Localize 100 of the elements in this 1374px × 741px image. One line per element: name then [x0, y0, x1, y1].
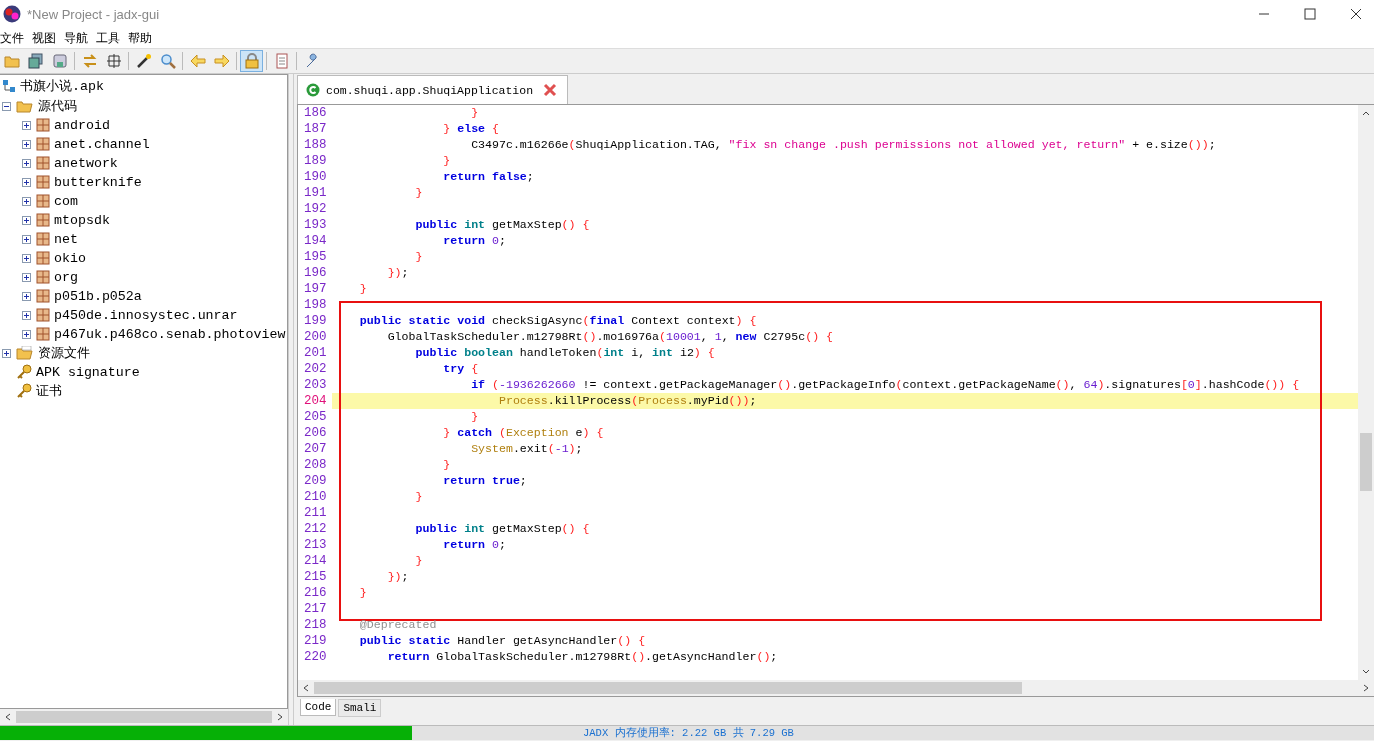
- open-folder-icon: [16, 99, 34, 113]
- line-number: 214: [303, 554, 328, 568]
- code-line: System.exit(-1);: [470, 441, 584, 457]
- view-tab[interactable]: Smali: [338, 699, 382, 717]
- tree-item[interactable]: anet.channel: [36, 134, 150, 154]
- back-arrow-icon: [189, 53, 206, 69]
- line-number: 197: [303, 282, 328, 296]
- line-number: 205: [303, 410, 328, 424]
- app-logo-icon: [3, 5, 21, 23]
- code-line: });: [386, 569, 410, 585]
- code-line: return true;: [442, 473, 528, 489]
- class-icon: [306, 83, 320, 97]
- line-number: 208: [303, 458, 328, 472]
- line-number: 199: [303, 314, 328, 328]
- editor-tab[interactable]: com.shuqi.app.ShuqiApplication: [297, 75, 569, 104]
- tree-item[interactable]: 书旗小说.apk: [0, 76, 104, 95]
- code-line: }: [470, 409, 480, 425]
- line-number: 191: [303, 186, 328, 200]
- code-line: });: [386, 265, 410, 281]
- lock-icon: [243, 53, 260, 69]
- project-icon: [2, 78, 16, 93]
- package-icon: [36, 270, 50, 284]
- package-icon: [36, 156, 50, 170]
- line-number: 196: [303, 266, 328, 280]
- scrollbar-thumb[interactable]: [314, 682, 1022, 694]
- package-icon: [36, 118, 50, 132]
- line-number: 192: [303, 202, 328, 216]
- tree-item[interactable]: mtopsdk: [36, 210, 110, 230]
- log-icon: [273, 53, 290, 69]
- memory-usage-label: JADX 内存使用率: 2.22 GB 共 7.29 GB: [583, 726, 794, 740]
- line-number: 193: [303, 218, 328, 232]
- line-number: 207: [303, 442, 328, 456]
- close-tab-icon[interactable]: [543, 83, 558, 97]
- tree-item[interactable]: org: [36, 267, 78, 287]
- sync-arrows-icon: [81, 53, 98, 69]
- code-line: return 0;: [442, 537, 507, 553]
- tree-item[interactable]: p450de.innosystec.unrar: [36, 305, 238, 325]
- line-number: 217: [303, 602, 328, 616]
- tree-item[interactable]: 证书: [16, 381, 62, 401]
- scrollbar-thumb[interactable]: [16, 711, 272, 723]
- tree-item[interactable]: p051b.p052a: [36, 286, 142, 306]
- line-number: 202: [303, 362, 328, 376]
- code-line: } catch (Exception e) {: [442, 425, 605, 441]
- tree-item[interactable]: okio: [36, 248, 86, 268]
- close-icon[interactable]: [1350, 8, 1362, 20]
- tree-item[interactable]: net: [36, 229, 78, 249]
- open-folder-icon: [3, 53, 20, 69]
- line-number: 198: [303, 298, 328, 312]
- line-number: 200: [303, 330, 328, 344]
- line-number: 206: [303, 426, 328, 440]
- package-icon: [36, 308, 50, 322]
- line-number: 188: [303, 138, 328, 152]
- line-number: 212: [303, 522, 328, 536]
- line-number: 216: [303, 586, 328, 600]
- horizontal-scrollbar[interactable]: [297, 680, 1374, 697]
- code-line: GlobalTaskScheduler.m12798Rt().mo16976a(10001, 1, new C2795c() {: [386, 329, 835, 345]
- magic-wand-icon: [135, 53, 152, 69]
- forward-arrow-icon: [213, 53, 230, 69]
- tree-item[interactable]: butterknife: [36, 172, 142, 192]
- tree-item[interactable]: 源代码: [16, 96, 77, 116]
- view-tab[interactable]: Code: [300, 699, 337, 716]
- key-icon: [16, 383, 32, 399]
- code-line: }: [414, 489, 424, 505]
- tree-item[interactable]: com: [36, 191, 78, 211]
- menu-item[interactable]: 帮助: [128, 29, 156, 47]
- code-line: }: [358, 281, 368, 297]
- grid-icon: [105, 53, 122, 69]
- line-number: 220: [303, 650, 328, 664]
- scrollbar-thumb[interactable]: [1360, 433, 1372, 491]
- code-line: @Deprecated: [358, 617, 438, 633]
- line-number: 211: [303, 506, 328, 520]
- line-number: 190: [303, 170, 328, 184]
- tree-item[interactable]: APK signature: [16, 362, 140, 382]
- code-line: public boolean handleToken(int i, int i2) {: [414, 345, 716, 361]
- tree-item[interactable]: anetwork: [36, 153, 118, 173]
- save-all-icon: [27, 53, 44, 69]
- menu-item[interactable]: 工具: [96, 29, 124, 47]
- code-line: return 0;: [442, 233, 507, 249]
- code-line: public static Handler getAsyncHandler() {: [358, 633, 647, 649]
- package-icon: [36, 289, 50, 303]
- package-icon: [36, 251, 50, 265]
- menu-item[interactable]: 视图: [32, 29, 60, 47]
- tree-item[interactable]: 资源文件: [16, 343, 90, 363]
- code-line: C3497c.m16266e(ShuqiApplication.TAG, "fix sn change .push permissions not allowed yet, return" + e.size());: [470, 137, 1217, 153]
- line-number: 203: [303, 378, 328, 392]
- code-line: }: [442, 457, 452, 473]
- menu-item[interactable]: 导航: [64, 29, 92, 47]
- code-line: try {: [442, 361, 480, 377]
- line-number: 219: [303, 634, 328, 648]
- tree-item[interactable]: p467uk.p468co.senab.photoview: [36, 324, 286, 344]
- binary-folder-icon: [16, 346, 34, 360]
- maximize-icon[interactable]: [1304, 8, 1316, 20]
- search-icon: [159, 53, 176, 69]
- tree-item[interactable]: android: [36, 115, 110, 135]
- line-number: 204: [303, 394, 328, 408]
- vertical-scrollbar[interactable]: [1358, 105, 1374, 680]
- code-line: }: [414, 249, 424, 265]
- line-number: 195: [303, 250, 328, 264]
- menu-item[interactable]: 文件: [0, 29, 28, 47]
- code-line: } else {: [442, 121, 500, 137]
